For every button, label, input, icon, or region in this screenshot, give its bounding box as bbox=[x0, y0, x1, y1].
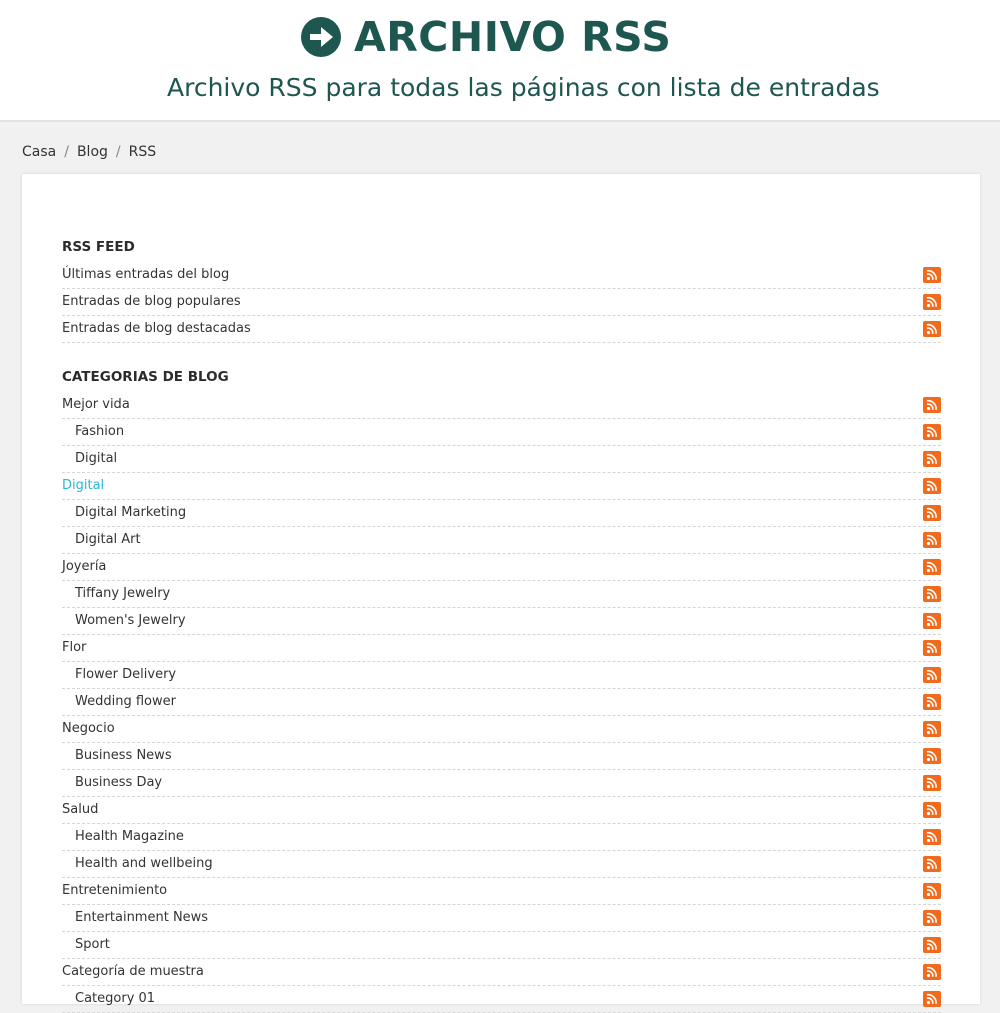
subcategory-link[interactable]: Digital bbox=[75, 450, 117, 468]
category-link[interactable]: Flor bbox=[62, 639, 86, 657]
category-link[interactable]: Mejor vida bbox=[62, 396, 130, 414]
category-link[interactable]: Entradas de blog destacadas bbox=[62, 320, 251, 338]
rss-icon[interactable] bbox=[923, 640, 941, 656]
list-item: Categoría de muestra bbox=[62, 959, 941, 986]
list-item: Digital bbox=[62, 473, 941, 500]
category-link[interactable]: Últimas entradas del blog bbox=[62, 266, 229, 284]
rss-icon[interactable] bbox=[923, 775, 941, 791]
list-item: Digital Marketing bbox=[62, 500, 941, 527]
rss-icon[interactable] bbox=[923, 505, 941, 521]
category-link[interactable]: Digital bbox=[62, 477, 104, 495]
subcategory-link[interactable]: Flower Delivery bbox=[75, 666, 176, 684]
rss-icon[interactable] bbox=[923, 397, 941, 413]
list-item: Entretenimiento bbox=[62, 878, 941, 905]
category-link[interactable]: Categoría de muestra bbox=[62, 963, 204, 981]
list-item: Fashion bbox=[62, 419, 941, 446]
rss-icon[interactable] bbox=[923, 937, 941, 953]
list-item: Women's Jewelry bbox=[62, 608, 941, 635]
list-item: Sport bbox=[62, 932, 941, 959]
rss-icon[interactable] bbox=[923, 478, 941, 494]
rss-icon[interactable] bbox=[923, 910, 941, 926]
list-item: Entradas de blog destacadas bbox=[62, 316, 941, 343]
subcategory-link[interactable]: Digital Art bbox=[75, 531, 141, 549]
rss-icon[interactable] bbox=[923, 613, 941, 629]
subcategory-link[interactable]: Women's Jewelry bbox=[75, 612, 186, 630]
rss-icon[interactable] bbox=[923, 267, 941, 283]
list-item: Business Day bbox=[62, 770, 941, 797]
subcategory-link[interactable]: Health and wellbeing bbox=[75, 855, 213, 873]
breadcrumb-home-link[interactable]: Casa bbox=[22, 144, 56, 160]
subcategory-link[interactable]: Health Magazine bbox=[75, 828, 184, 846]
rss-icon[interactable] bbox=[923, 721, 941, 737]
breadcrumb-separator: / bbox=[115, 144, 121, 160]
list-item: Entertainment News bbox=[62, 905, 941, 932]
subcategory-link[interactable]: Wedding flower bbox=[75, 693, 176, 711]
rss-feed-heading: RSS FEED bbox=[62, 239, 135, 255]
category-link[interactable]: Negocio bbox=[62, 720, 115, 738]
list-item: Digital bbox=[62, 446, 941, 473]
breadcrumb-blog-link[interactable]: Blog bbox=[77, 144, 108, 160]
subcategory-link[interactable]: Tiffany Jewelry bbox=[75, 585, 170, 603]
rss-icon[interactable] bbox=[923, 424, 941, 440]
breadcrumb-current: RSS bbox=[128, 144, 157, 160]
rss-icon[interactable] bbox=[923, 586, 941, 602]
subcategory-link[interactable]: Sport bbox=[75, 936, 110, 954]
rss-icon[interactable] bbox=[923, 667, 941, 683]
list-item: Flower Delivery bbox=[62, 662, 941, 689]
page-header: ARCHIVO RSS Archivo RSS para todas las p… bbox=[0, 0, 1000, 122]
rss-icon[interactable] bbox=[923, 694, 941, 710]
list-item: Health and wellbeing bbox=[62, 851, 941, 878]
rss-content-card: RSS FEED Últimas entradas del blog Entrad… bbox=[22, 174, 980, 1013]
blog-categories-heading: CATEGORIAS DE BLOG bbox=[62, 369, 229, 385]
rss-icon[interactable] bbox=[923, 748, 941, 764]
title-row: ARCHIVO RSS bbox=[300, 12, 671, 62]
rss-icon[interactable] bbox=[923, 991, 941, 1007]
blog-categories-list: Mejor vida Fashion Digital Digital Digital M… bbox=[62, 392, 941, 1013]
rss-icon[interactable] bbox=[923, 802, 941, 818]
arrow-circle-right-icon bbox=[301, 17, 341, 57]
category-link[interactable]: Entradas de blog populares bbox=[62, 293, 241, 311]
list-item: Salud bbox=[62, 797, 941, 824]
page-subtitle: Archivo RSS para todas las páginas con l… bbox=[167, 73, 880, 102]
category-link[interactable]: Joyería bbox=[62, 558, 106, 576]
rss-icon[interactable] bbox=[923, 321, 941, 337]
list-item: Digital Art bbox=[62, 527, 941, 554]
rss-icon[interactable] bbox=[923, 883, 941, 899]
list-item: Mejor vida bbox=[62, 392, 941, 419]
list-item: Wedding flower bbox=[62, 689, 941, 716]
rss-icon[interactable] bbox=[923, 964, 941, 980]
subcategory-link[interactable]: Business Day bbox=[75, 774, 162, 792]
subcategory-link[interactable]: Fashion bbox=[75, 423, 124, 441]
rss-icon[interactable] bbox=[923, 294, 941, 310]
subcategory-link[interactable]: Category 01 bbox=[75, 990, 155, 1008]
rss-icon[interactable] bbox=[923, 532, 941, 548]
list-item: Flor bbox=[62, 635, 941, 662]
rss-icon[interactable] bbox=[923, 559, 941, 575]
category-link[interactable]: Entretenimiento bbox=[62, 882, 167, 900]
category-link[interactable]: Salud bbox=[62, 801, 98, 819]
list-item: Health Magazine bbox=[62, 824, 941, 851]
subcategory-link[interactable]: Digital Marketing bbox=[75, 504, 186, 522]
rss-icon[interactable] bbox=[923, 829, 941, 845]
rss-icon[interactable] bbox=[923, 451, 941, 467]
list-item: Últimas entradas del blog bbox=[62, 262, 941, 289]
breadcrumb: Casa / Blog / RSS bbox=[22, 141, 156, 163]
page-title: ARCHIVO RSS bbox=[354, 13, 672, 61]
rss-icon[interactable] bbox=[923, 856, 941, 872]
breadcrumb-separator: / bbox=[64, 144, 69, 160]
list-item: Negocio bbox=[62, 716, 941, 743]
list-item: Entradas de blog populares bbox=[62, 289, 941, 316]
subcategory-link[interactable]: Business News bbox=[75, 747, 172, 765]
list-item: Tiffany Jewelry bbox=[62, 581, 941, 608]
list-item: Joyería bbox=[62, 554, 941, 581]
rss-feed-list: Últimas entradas del blog Entradas de blo… bbox=[62, 262, 941, 343]
list-item: Business News bbox=[62, 743, 941, 770]
subcategory-link[interactable]: Entertainment News bbox=[75, 909, 208, 927]
